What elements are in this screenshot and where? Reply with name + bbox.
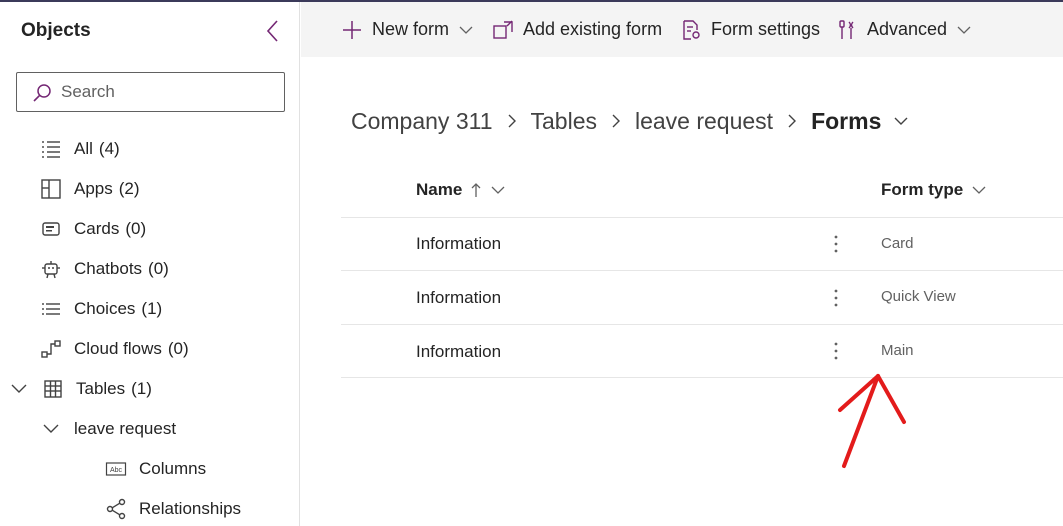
form-settings-icon	[680, 19, 702, 41]
sidebar-item-count: (4)	[98, 139, 120, 158]
choices-list-icon	[40, 298, 62, 320]
chevron-down-icon	[490, 183, 506, 197]
breadcrumb-table[interactable]: leave request	[635, 108, 773, 135]
row-2-form-type: Quick View	[881, 287, 956, 305]
tools-icon	[836, 19, 858, 41]
chevron-right-icon	[506, 113, 518, 129]
chevron-right-icon	[786, 113, 798, 129]
plus-icon	[341, 19, 363, 41]
chevron-down-icon	[971, 183, 987, 197]
breadcrumb-company[interactable]: Company 311	[351, 108, 493, 135]
row-1-form-type: Card	[881, 234, 914, 252]
columns-icon: Abc	[105, 458, 127, 480]
breadcrumb: Company 311 Tables leave request Forms	[351, 104, 909, 138]
row-divider	[341, 324, 1063, 325]
flow-icon	[40, 338, 62, 360]
search-box[interactable]	[16, 72, 285, 112]
search-input[interactable]	[61, 79, 276, 105]
sidebar-item-count: (0)	[125, 219, 147, 238]
add-existing-icon	[492, 19, 514, 41]
row-3-name[interactable]: Information	[416, 340, 501, 364]
sidebar-item-cloud-flows[interactable]: Cloud flows (0)	[40, 331, 189, 367]
sidebar-item-choices[interactable]: Choices (1)	[40, 291, 162, 327]
sidebar-item-label: All	[74, 139, 93, 158]
more-vertical-icon	[834, 342, 838, 360]
sidebar-item-all[interactable]: All (4)	[40, 131, 120, 167]
chevron-down-icon[interactable]	[893, 113, 909, 129]
form-settings-label: Form settings	[711, 19, 821, 39]
sidebar-item-label: Chatbots	[74, 259, 143, 278]
command-bar: New form Add existing form Form settings…	[301, 2, 1063, 57]
bot-icon	[40, 258, 62, 280]
relationships-icon	[105, 498, 127, 520]
row-1-more-button[interactable]	[826, 231, 846, 257]
add-existing-form-label: Add existing form	[523, 19, 663, 39]
breadcrumb-tables[interactable]: Tables	[531, 108, 597, 135]
apps-grid-icon	[40, 178, 62, 200]
sidebar-item-count: (0)	[167, 339, 189, 358]
sidebar-item-count: (1)	[141, 299, 163, 318]
sidebar-item-label: Relationships	[139, 499, 242, 518]
sidebar-item-chatbots[interactable]: Chatbots (0)	[40, 251, 169, 287]
sort-ascending-icon	[470, 181, 482, 199]
sidebar-item-columns[interactable]: Abc Columns	[105, 451, 206, 487]
sidebar-item-label: Cards	[74, 219, 120, 238]
column-header-form-type[interactable]: Form type	[881, 176, 987, 204]
sidebar-item-label: leave request	[74, 419, 177, 438]
list-icon	[40, 138, 62, 160]
sidebar-title: Objects	[21, 20, 91, 41]
add-existing-form-button[interactable]: Add existing form	[492, 2, 662, 57]
sidebar-item-label: Tables	[76, 379, 126, 398]
objects-sidebar: Objects All (4) Apps (2) Cards	[0, 2, 300, 526]
sidebar-item-count: (0)	[148, 259, 169, 278]
app-window: Objects All (4) Apps (2) Cards	[0, 0, 1063, 526]
svg-text:Abc: Abc	[110, 467, 123, 474]
row-3-more-button[interactable]	[826, 338, 846, 364]
annotation-arrow-icon	[838, 374, 906, 468]
table-icon	[42, 378, 64, 400]
chevron-down-icon[interactable]	[42, 420, 60, 438]
row-divider	[341, 217, 1063, 218]
sidebar-item-label: Cloud flows	[74, 339, 162, 358]
chevron-left-icon	[266, 20, 278, 42]
row-divider	[341, 270, 1063, 271]
row-divider	[341, 377, 1063, 378]
sidebar-item-apps[interactable]: Apps (2)	[40, 171, 140, 207]
sidebar-item-relationships[interactable]: Relationships	[105, 491, 241, 526]
more-vertical-icon	[834, 235, 838, 253]
new-form-label: New form	[372, 19, 450, 39]
new-form-button[interactable]: New form	[341, 2, 473, 57]
advanced-label: Advanced	[867, 19, 948, 39]
sidebar-item-leave-request[interactable]: leave request	[42, 411, 176, 447]
form-settings-button[interactable]: Form settings	[680, 2, 820, 57]
collapse-sidebar-button[interactable]	[262, 18, 284, 44]
chevron-right-icon	[610, 113, 622, 129]
chevron-down-icon	[459, 23, 473, 37]
more-vertical-icon	[834, 289, 838, 307]
row-2-more-button[interactable]	[826, 285, 846, 311]
sidebar-item-label: Choices	[74, 299, 136, 318]
column-header-name[interactable]: Name	[416, 176, 506, 204]
advanced-button[interactable]: Advanced	[836, 2, 971, 57]
row-1-name[interactable]: Information	[416, 232, 501, 256]
column-header-label: Form type	[881, 180, 964, 199]
chevron-down-icon[interactable]	[10, 380, 28, 398]
sidebar-item-label: Columns	[139, 459, 207, 478]
card-icon	[40, 218, 62, 240]
breadcrumb-current[interactable]: Forms	[811, 108, 881, 135]
sidebar-item-count: (1)	[131, 379, 152, 398]
sidebar-item-cards[interactable]: Cards (0)	[40, 211, 146, 247]
sidebar-item-label: Apps	[74, 179, 113, 198]
sidebar-item-tables[interactable]: Tables (1)	[10, 371, 152, 407]
row-3-form-type: Main	[881, 341, 914, 359]
sidebar-item-count: (2)	[118, 179, 140, 198]
search-icon	[33, 84, 51, 102]
chevron-down-icon	[957, 23, 971, 37]
column-header-label: Name	[416, 180, 463, 199]
row-2-name[interactable]: Information	[416, 286, 501, 310]
